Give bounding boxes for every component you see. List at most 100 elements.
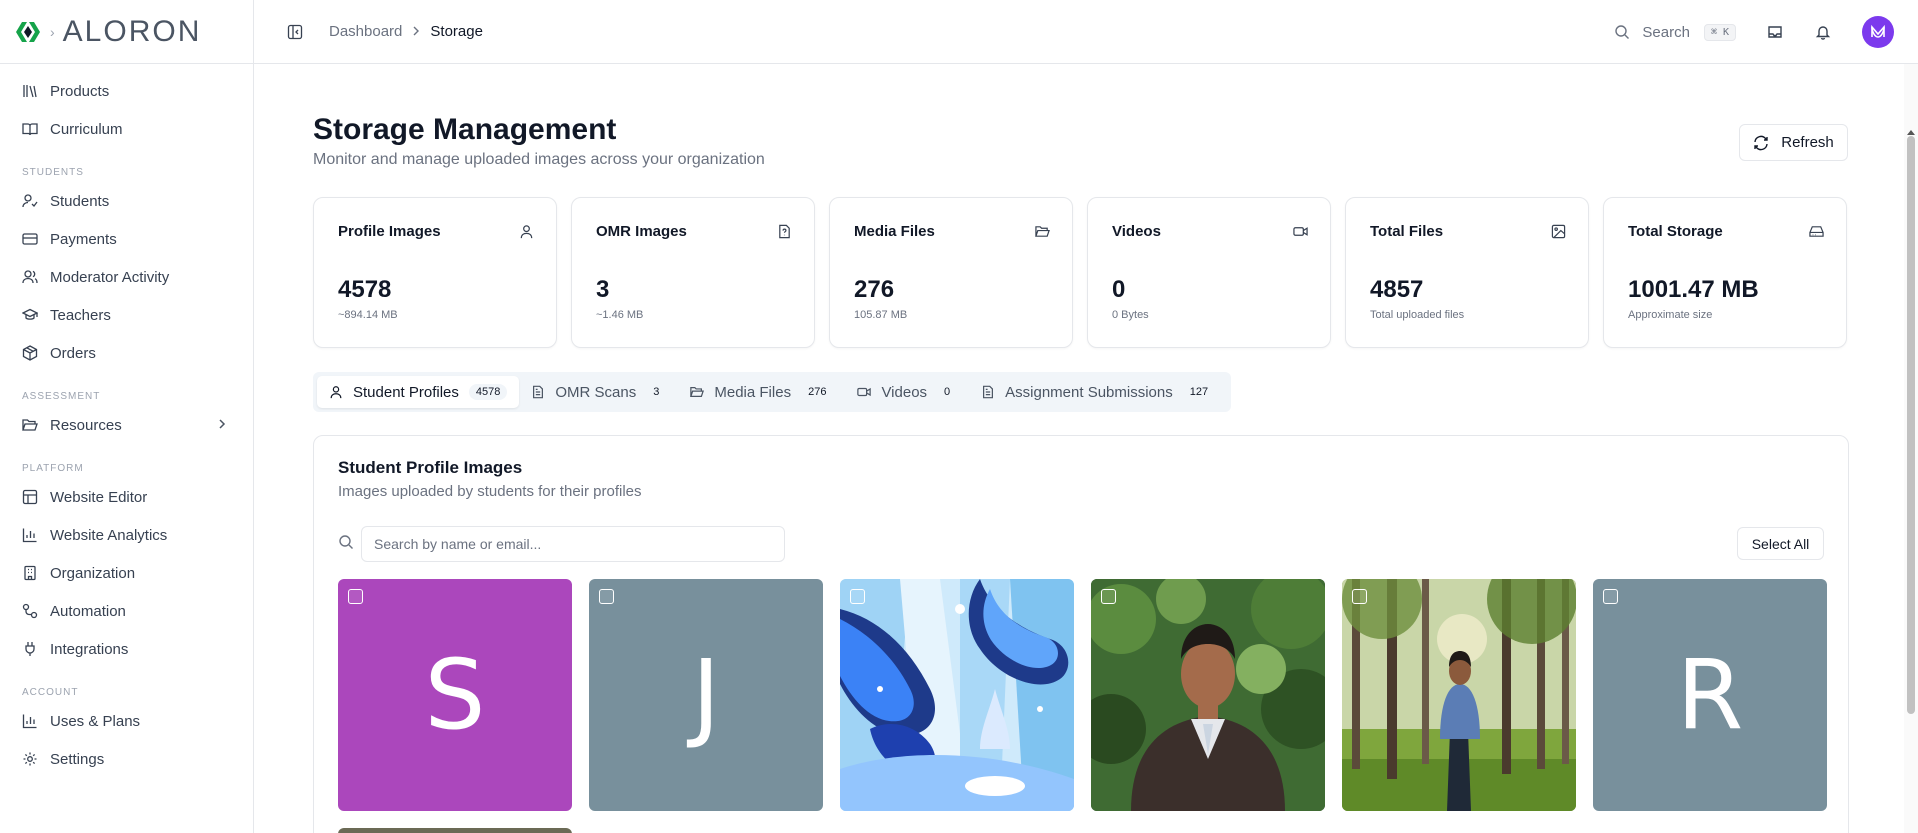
global-search-button[interactable]: Search ⌘ K bbox=[1614, 23, 1736, 41]
image-card[interactable] bbox=[338, 828, 572, 833]
image-card[interactable] bbox=[840, 579, 1074, 811]
stat-label: OMR Images bbox=[596, 223, 687, 240]
sidebar-item-integrations[interactable]: Integrations bbox=[0, 630, 253, 668]
graduation-cap-icon bbox=[22, 307, 38, 323]
tab-label: Assignment Submissions bbox=[1005, 383, 1173, 401]
tab-label: OMR Scans bbox=[555, 383, 637, 401]
sidebar-item-moderator-activity[interactable]: Moderator Activity bbox=[0, 258, 253, 296]
chevron-right-icon[interactable] bbox=[217, 417, 227, 434]
sidebar-item-resources[interactable]: Resources bbox=[0, 406, 253, 444]
stat-card-omr-images: OMR Images 3 ~1.46 MB bbox=[571, 197, 815, 348]
sidebar-item-organization[interactable]: Organization bbox=[0, 554, 253, 592]
building-icon bbox=[22, 565, 38, 581]
sidebar-item-students[interactable]: Students bbox=[0, 182, 253, 220]
stat-value: 1001.47 MB bbox=[1628, 276, 1759, 303]
breadcrumb-dashboard-link[interactable]: Dashboard bbox=[329, 23, 402, 40]
topbar-actions: Search ⌘ K bbox=[1614, 0, 1894, 64]
image-card[interactable]: J bbox=[589, 579, 823, 811]
stat-label: Total Files bbox=[1370, 223, 1444, 240]
stat-subtext: Total uploaded files bbox=[1370, 309, 1465, 321]
select-all-button[interactable]: Select All bbox=[1737, 527, 1824, 560]
user-icon bbox=[520, 225, 533, 239]
sidebar-toggle-icon[interactable] bbox=[287, 24, 303, 40]
package-icon bbox=[22, 345, 38, 361]
bell-icon[interactable] bbox=[1814, 23, 1832, 41]
sidebar-item-orders[interactable]: Orders bbox=[0, 334, 253, 372]
search-icon bbox=[339, 535, 353, 549]
tab-count-badge: 276 bbox=[808, 386, 827, 398]
sidebar-item-payments[interactable]: Payments bbox=[0, 220, 253, 258]
sidebar-item-website-editor[interactable]: Website Editor bbox=[0, 478, 253, 516]
image-grid: S J R bbox=[338, 579, 1827, 811]
sidebar-item-uses-plans[interactable]: Uses & Plans bbox=[0, 702, 253, 740]
scroll-up-icon[interactable] bbox=[1907, 130, 1915, 135]
brand-logo[interactable]: ALORON bbox=[63, 15, 202, 49]
avatar[interactable] bbox=[1862, 16, 1894, 48]
storage-tabs: Student Profiles 4578 OMR Scans 3 Media … bbox=[313, 372, 1232, 412]
page-title: Storage Management bbox=[313, 113, 617, 146]
stat-subtext: ~894.14 MB bbox=[338, 309, 398, 321]
book-open-icon bbox=[22, 121, 38, 137]
sidebar-item-label: Students bbox=[50, 192, 110, 210]
image-select-checkbox[interactable] bbox=[1603, 589, 1618, 604]
sidebar-item-label: Curriculum bbox=[50, 120, 123, 138]
avatar-letter: S bbox=[424, 639, 486, 751]
image-select-checkbox[interactable] bbox=[348, 589, 363, 604]
image-select-checkbox[interactable] bbox=[599, 589, 614, 604]
sidebar-item-label: Integrations bbox=[50, 640, 129, 658]
user-check-icon bbox=[22, 193, 38, 209]
tab-omr-scans[interactable]: OMR Scans 3 bbox=[519, 376, 678, 408]
stat-card-media-files: Media Files 276 105.87 MB bbox=[829, 197, 1073, 348]
sidebar-item-products[interactable]: Products bbox=[0, 72, 253, 110]
sidebar: › ALORON Products Curriculum STUDENTS St… bbox=[0, 0, 254, 833]
image-card[interactable] bbox=[1091, 579, 1325, 811]
stat-label: Total Storage bbox=[1628, 223, 1723, 240]
sidebar-item-label: Resources bbox=[50, 416, 122, 434]
tab-count-badge: 4578 bbox=[468, 384, 508, 400]
tab-count-badge: 3 bbox=[653, 386, 660, 398]
stat-label: Videos bbox=[1112, 223, 1161, 240]
image-select-checkbox[interactable] bbox=[1101, 589, 1116, 604]
refresh-icon bbox=[1754, 135, 1768, 150]
sidebar-item-label: Orders bbox=[50, 344, 96, 362]
image-search-input[interactable] bbox=[361, 526, 785, 562]
plug-icon bbox=[22, 641, 38, 657]
brand-mark-icon[interactable] bbox=[14, 18, 42, 46]
image-card[interactable]: S bbox=[338, 579, 572, 811]
tab-student-profiles[interactable]: Student Profiles 4578 bbox=[317, 376, 520, 408]
sidebar-item-settings[interactable]: Settings bbox=[0, 740, 253, 778]
section-title-assessment: ASSESSMENT bbox=[22, 391, 101, 402]
sidebar-item-label: Settings bbox=[50, 750, 105, 768]
image-select-checkbox[interactable] bbox=[850, 589, 865, 604]
stat-subtext: 105.87 MB bbox=[854, 309, 908, 321]
tab-videos[interactable]: Videos 0 bbox=[845, 376, 969, 408]
refresh-button[interactable]: Refresh bbox=[1739, 124, 1848, 161]
chevron-right-icon bbox=[412, 23, 420, 40]
image-card[interactable]: R bbox=[1593, 579, 1827, 811]
stat-subtext: ~1.46 MB bbox=[596, 309, 644, 321]
outdoor-photo-image bbox=[1342, 579, 1576, 811]
page-scrollbar[interactable] bbox=[1904, 64, 1918, 833]
inbox-icon[interactable] bbox=[1766, 23, 1784, 41]
sidebar-item-automation[interactable]: Automation bbox=[0, 592, 253, 630]
scrollbar-thumb[interactable] bbox=[1907, 136, 1915, 714]
hard-drive-icon bbox=[1809, 226, 1824, 237]
tab-label: Media Files bbox=[714, 383, 792, 401]
sidebar-item-label: Website Analytics bbox=[50, 526, 168, 544]
sidebar-item-curriculum[interactable]: Curriculum bbox=[0, 110, 253, 148]
tab-assignment-submissions[interactable]: Assignment Submissions 127 bbox=[969, 376, 1227, 408]
tab-media-files[interactable]: Media Files 276 bbox=[678, 376, 845, 408]
tab-count-badge: 0 bbox=[944, 386, 951, 398]
stat-card-total-storage: Total Storage 1001.47 MB Approximate siz… bbox=[1603, 197, 1847, 348]
search-shortcut: ⌘ K bbox=[1703, 23, 1736, 41]
sidebar-item-teachers[interactable]: Teachers bbox=[0, 296, 253, 334]
stats-row: Profile Images 4578 ~894.14 MB OMR Image… bbox=[313, 197, 1847, 348]
sidebar-item-label: Organization bbox=[50, 564, 136, 582]
image-card[interactable] bbox=[1342, 579, 1576, 811]
portrait-photo-image bbox=[1091, 579, 1325, 811]
sidebar-item-website-analytics[interactable]: Website Analytics bbox=[0, 516, 253, 554]
topbar: Dashboard Storage Search ⌘ K bbox=[254, 0, 1918, 64]
image-select-checkbox[interactable] bbox=[1352, 589, 1367, 604]
section-title-account: ACCOUNT bbox=[22, 687, 79, 698]
sidebar-item-label: Payments bbox=[50, 230, 117, 248]
